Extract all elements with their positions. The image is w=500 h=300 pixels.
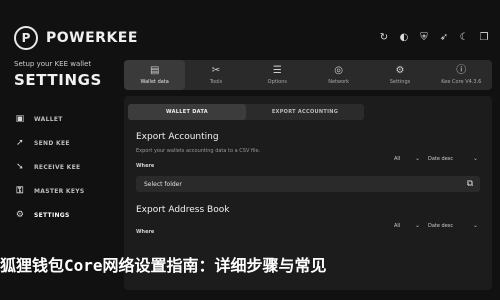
filter-value: All bbox=[394, 222, 401, 229]
tab-wallet-data[interactable]: ▤ Wallet data bbox=[124, 60, 186, 90]
export-accounting-description: Export your wallets accounting data to a… bbox=[136, 148, 261, 154]
tools-icon: ✂ bbox=[211, 65, 221, 76]
chevron-down-icon: ⌄ bbox=[414, 222, 420, 229]
where-label: Where bbox=[136, 163, 155, 169]
sidebar-item-settings[interactable]: ⚙ SETTINGS bbox=[14, 203, 114, 227]
gear-icon: ⚙ bbox=[15, 210, 25, 220]
chevron-down-icon: ⌄ bbox=[472, 222, 478, 229]
page-title: SETTINGS bbox=[14, 71, 102, 89]
tab-tools[interactable]: ✂ Tools bbox=[185, 60, 246, 90]
rocket-icon[interactable]: ➶ bbox=[438, 31, 450, 43]
tab-label: Network bbox=[328, 79, 350, 85]
brand-name: POWERKEE bbox=[46, 30, 138, 46]
tab-kee-core[interactable]: ⓘ Kee Core V4.3.6 bbox=[431, 60, 492, 90]
filter-value: All bbox=[394, 155, 401, 162]
refresh-icon[interactable]: ↻ bbox=[378, 31, 390, 43]
powerkee-logo-icon: P bbox=[14, 26, 38, 50]
header-toolbar: ↻ ◐ ⛨ ➶ ☾ ❐ bbox=[378, 31, 490, 43]
brand: P POWERKEE bbox=[14, 26, 138, 50]
moon-icon[interactable]: ☾ bbox=[458, 31, 470, 43]
export-address-book-title: Export Address Book bbox=[136, 205, 230, 215]
tab-label: Settings bbox=[389, 79, 411, 85]
tab-network[interactable]: ◎ Network bbox=[308, 60, 369, 90]
tab-settings[interactable]: ⚙ Settings bbox=[369, 60, 430, 90]
receive-icon: ➘ bbox=[16, 162, 24, 172]
sort-dropdown[interactable]: Date desc ⌄ bbox=[428, 155, 478, 162]
send-icon: ➚ bbox=[16, 138, 24, 148]
sort-value: Date desc bbox=[428, 155, 454, 162]
tab-label: Wallet data bbox=[140, 79, 169, 85]
sidebar-item-label: MASTER KEYS bbox=[34, 187, 85, 195]
sidebar-item-wallet[interactable]: ▣ WALLET bbox=[14, 107, 114, 131]
sort-value: Date desc bbox=[428, 222, 454, 229]
tab-label: Kee Core V4.3.6 bbox=[441, 79, 482, 85]
sidebar-item-label: WALLET bbox=[34, 115, 63, 123]
export-accounting-title: Export Accounting bbox=[136, 132, 219, 142]
subtab-bar: WALLET DATA EXPORT ACCOUNTING bbox=[128, 104, 364, 120]
chevron-down-icon: ⌄ bbox=[414, 155, 420, 162]
sliders-icon: ☰ bbox=[272, 65, 282, 76]
folder-field-value: Select folder bbox=[144, 180, 182, 188]
tab-options[interactable]: ☰ Options bbox=[247, 60, 308, 90]
network-icon: ◎ bbox=[334, 65, 344, 76]
sidebar-nav: ▣ WALLET ➚ SEND KEE ➘ RECEIVE KEE ⚿ MAST… bbox=[14, 107, 114, 227]
copy-icon[interactable]: ❐ bbox=[478, 31, 490, 43]
filter-dropdown[interactable]: All ⌄ bbox=[394, 155, 420, 162]
subtab-wallet-data[interactable]: WALLET DATA bbox=[128, 104, 246, 120]
folder-browse-icon[interactable]: ⧉ bbox=[464, 178, 476, 190]
sidebar-item-send[interactable]: ➚ SEND KEE bbox=[14, 131, 114, 155]
wallet-icon: ▣ bbox=[15, 114, 25, 124]
settings-tabs: ▤ Wallet data ✂ Tools ☰ Options ◎ Networ… bbox=[124, 60, 492, 90]
wallet-icon: ▤ bbox=[149, 65, 160, 76]
tab-label: Tools bbox=[209, 79, 223, 85]
contrast-icon[interactable]: ◐ bbox=[398, 31, 410, 43]
where-label: Where bbox=[136, 229, 155, 235]
info-icon: ⓘ bbox=[456, 65, 467, 76]
tab-label: Options bbox=[267, 79, 287, 85]
folder-field[interactable]: Select folder ⧉ bbox=[136, 176, 480, 192]
overlay-banner-text: 狐狸钱包Core网络设置指南：详细步骤与常见 bbox=[0, 256, 327, 275]
sidebar-item-label: SETTINGS bbox=[34, 211, 70, 219]
setup-subtitle: Setup your KEE wallet bbox=[14, 60, 92, 68]
sidebar-item-master-keys[interactable]: ⚿ MASTER KEYS bbox=[14, 179, 114, 203]
shield-icon[interactable]: ⛨ bbox=[418, 31, 430, 43]
sidebar-item-label: RECEIVE KEE bbox=[34, 163, 81, 171]
app-window: P POWERKEE Setup your KEE wallet SETTING… bbox=[0, 0, 500, 300]
key-icon: ⚿ bbox=[16, 186, 24, 196]
sidebar-item-receive[interactable]: ➘ RECEIVE KEE bbox=[14, 155, 114, 179]
chevron-down-icon: ⌄ bbox=[472, 155, 478, 162]
settings-icon: ⚙ bbox=[395, 65, 405, 76]
filter-dropdown[interactable]: All ⌄ bbox=[394, 222, 420, 229]
sidebar-item-label: SEND KEE bbox=[34, 139, 70, 147]
subtab-export-accounting[interactable]: EXPORT ACCOUNTING bbox=[246, 104, 364, 120]
sort-dropdown[interactable]: Date desc ⌄ bbox=[428, 222, 478, 229]
